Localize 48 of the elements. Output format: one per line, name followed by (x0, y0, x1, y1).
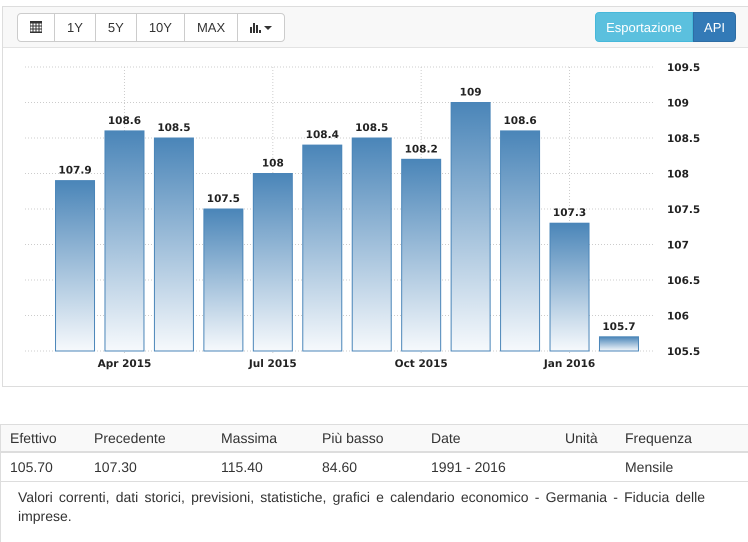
value-label: 109 (460, 86, 482, 98)
axis-label: 109.5 (667, 62, 700, 74)
api-button[interactable]: API (693, 12, 736, 42)
column-header: Unità (565, 430, 599, 446)
table-cell-text: 1991 - 2016 (431, 459, 507, 475)
value-label: 108.5 (355, 122, 388, 134)
axis-label: 106 (667, 310, 689, 322)
range-button[interactable]: MAX (184, 12, 238, 42)
column-header: Precedente (94, 430, 167, 446)
value-label: 108.6 (108, 114, 142, 127)
axis-label: Jan 2016 (544, 358, 596, 370)
value-label: 107.3 (552, 207, 586, 220)
column-header: Massima (221, 430, 278, 446)
table-cell-text: 115.40 (221, 459, 264, 475)
value-label: 108.5 (157, 122, 191, 134)
column-header: Efettivo (10, 430, 58, 446)
range-button[interactable]: 5Y (94, 12, 137, 42)
table-cell-text: 107.30 (94, 459, 138, 475)
value-label: 108.6 (503, 114, 537, 127)
chart-type-button[interactable] (237, 12, 286, 42)
description: Valori correnti, dati storici, previsioni, statistiche, grafici e calendario economico - Germania - Fiducia delle imprese. (17, 488, 706, 526)
axis-label: Oct 2015 (394, 358, 448, 370)
axis-label: 107 (667, 240, 689, 252)
axis-label: 106.5 (667, 275, 700, 287)
axis-label: Apr 2015 (98, 358, 152, 370)
range-button[interactable]: 1Y (54, 12, 96, 42)
value-label: 107.9 (58, 164, 92, 177)
value-label: 108.2 (404, 143, 438, 156)
value-label: 108 (262, 158, 284, 170)
bar-chart-icon (250, 22, 272, 32)
axis-label: 105.5 (667, 346, 700, 358)
calendar-button[interactable] (17, 12, 55, 42)
column-header: Più basso (322, 430, 384, 446)
table-cell-text: 84.60 (322, 459, 358, 475)
value-label: 108.4 (306, 129, 339, 142)
axis-label: Jul 2015 (248, 358, 297, 370)
table-cell-text: Mensile (625, 459, 674, 475)
axis-label: 109 (667, 98, 689, 110)
value-label: 105.7 (602, 320, 636, 333)
axis-label: 108.5 (667, 133, 700, 145)
axis-label: 108 (667, 168, 689, 180)
calendar-icon (30, 21, 42, 33)
value-label: 107.5 (206, 193, 240, 205)
table-cell-text: 105.70 (10, 459, 54, 475)
range-button[interactable]: 10Y (136, 12, 185, 42)
axis-label: 107.5 (667, 204, 700, 216)
column-header: Date (431, 430, 462, 446)
column-header: Frequenza (625, 430, 693, 446)
